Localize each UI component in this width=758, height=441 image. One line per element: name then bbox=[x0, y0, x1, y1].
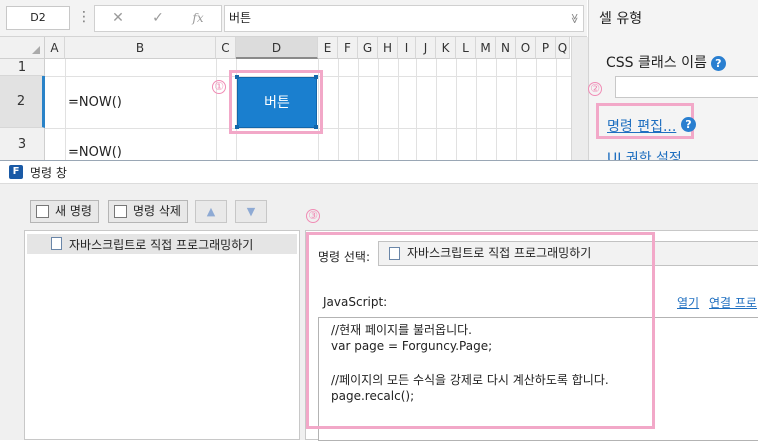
column-header-k[interactable]: K bbox=[436, 37, 456, 59]
confirm-icon[interactable]: ✓ bbox=[138, 6, 178, 31]
arrow-down-icon: ▼ bbox=[246, 205, 256, 218]
formula-bar-separator: ⋮ bbox=[77, 9, 91, 25]
select-all-corner[interactable] bbox=[0, 37, 45, 59]
sheet-vertical-scrollbar[interactable] bbox=[571, 37, 588, 162]
row-header-3[interactable]: 3 bbox=[0, 128, 45, 162]
dialog-title-bar[interactable]: F 명령 창 bbox=[0, 161, 758, 184]
cell-b2[interactable]: =NOW() bbox=[68, 95, 122, 110]
command-dialog: F 명령 창 새 명령 명령 삭제 ▲ ▼ 자바스크립트로 직접 프로그래밍하기… bbox=[0, 160, 758, 441]
formula-input[interactable]: 버튼 ≫ bbox=[224, 5, 584, 32]
command-list[interactable]: 자바스크립트로 직접 프로그래밍하기 bbox=[24, 230, 300, 440]
dialog-title: 명령 창 bbox=[30, 166, 67, 180]
move-down-button[interactable]: ▼ bbox=[235, 200, 267, 223]
open-link[interactable]: 열기 bbox=[677, 294, 699, 311]
new-command-label: 새 명령 bbox=[55, 204, 92, 218]
annotation-1: ① bbox=[212, 80, 226, 94]
formula-value: 버튼 bbox=[229, 11, 252, 25]
row-header-2[interactable]: 2 bbox=[0, 76, 45, 128]
formula-buttons: ✕ ✓ fx bbox=[94, 5, 222, 32]
new-command-icon bbox=[36, 205, 49, 218]
arrow-up-icon: ▲ bbox=[206, 205, 216, 218]
script-icon bbox=[51, 237, 62, 250]
css-class-label-text: CSS 클래스 이름 bbox=[606, 55, 707, 71]
column-header-o[interactable]: O bbox=[516, 37, 536, 59]
move-up-button[interactable]: ▲ bbox=[195, 200, 227, 223]
highlight-box-3 bbox=[306, 232, 655, 429]
delete-command-icon bbox=[114, 205, 127, 218]
app-icon: F bbox=[9, 165, 23, 179]
css-class-label: CSS 클래스 이름? bbox=[606, 52, 726, 72]
css-class-input[interactable] bbox=[615, 76, 758, 98]
cell-type-panel: 셀 유형 CSS 클래스 이름? ② 명령 편집... ? UI 권한 설정 bbox=[588, 0, 758, 167]
row-header-1[interactable]: 1 bbox=[0, 59, 45, 76]
new-command-button[interactable]: 새 명령 bbox=[30, 200, 99, 223]
spreadsheet[interactable]: A B C D E F G H I J K L M N O P Q 1 2 3 … bbox=[0, 37, 588, 162]
help-icon[interactable]: ? bbox=[710, 55, 726, 71]
column-header-n[interactable]: N bbox=[496, 37, 516, 59]
column-header-p[interactable]: P bbox=[536, 37, 556, 59]
column-header-q[interactable]: Q bbox=[556, 37, 570, 59]
list-item[interactable]: 자바스크립트로 직접 프로그래밍하기 bbox=[27, 234, 297, 254]
column-header-l[interactable]: L bbox=[456, 37, 476, 59]
cell-b3[interactable]: =NOW() bbox=[68, 145, 122, 160]
chevron-down-icon[interactable]: ≫ bbox=[561, 13, 586, 23]
delete-command-button[interactable]: 명령 삭제 bbox=[108, 200, 188, 223]
connect-link[interactable]: 연결 프로 bbox=[709, 294, 757, 311]
name-box[interactable]: D2 bbox=[6, 6, 70, 30]
formula-bar: D2 ⋮ ✕ ✓ fx 버튼 ≫ bbox=[0, 0, 587, 37]
column-header-d[interactable]: D bbox=[236, 37, 318, 59]
annotation-3: ③ bbox=[306, 209, 320, 223]
column-header-h[interactable]: H bbox=[378, 37, 398, 59]
annotation-2: ② bbox=[588, 82, 602, 96]
panel-title: 셀 유형 bbox=[599, 11, 643, 27]
column-header-j[interactable]: J bbox=[416, 37, 436, 59]
column-header-m[interactable]: M bbox=[476, 37, 496, 59]
column-header-g[interactable]: G bbox=[358, 37, 378, 59]
edit-command-link[interactable]: 명령 편집... bbox=[607, 116, 676, 136]
cancel-icon[interactable]: ✕ bbox=[98, 6, 138, 31]
column-header-a[interactable]: A bbox=[45, 37, 65, 59]
column-header-e[interactable]: E bbox=[318, 37, 338, 59]
column-header-c[interactable]: C bbox=[216, 37, 236, 59]
column-header-i[interactable]: I bbox=[398, 37, 416, 59]
button-cell-d2[interactable]: 버튼 bbox=[237, 77, 317, 128]
help-icon[interactable]: ? bbox=[681, 117, 696, 132]
column-header-f[interactable]: F bbox=[338, 37, 358, 59]
list-item-label: 자바스크립트로 직접 프로그래밍하기 bbox=[69, 238, 254, 252]
function-icon[interactable]: fx bbox=[178, 6, 218, 31]
delete-command-label: 명령 삭제 bbox=[133, 204, 181, 218]
column-header-b[interactable]: B bbox=[65, 37, 216, 59]
